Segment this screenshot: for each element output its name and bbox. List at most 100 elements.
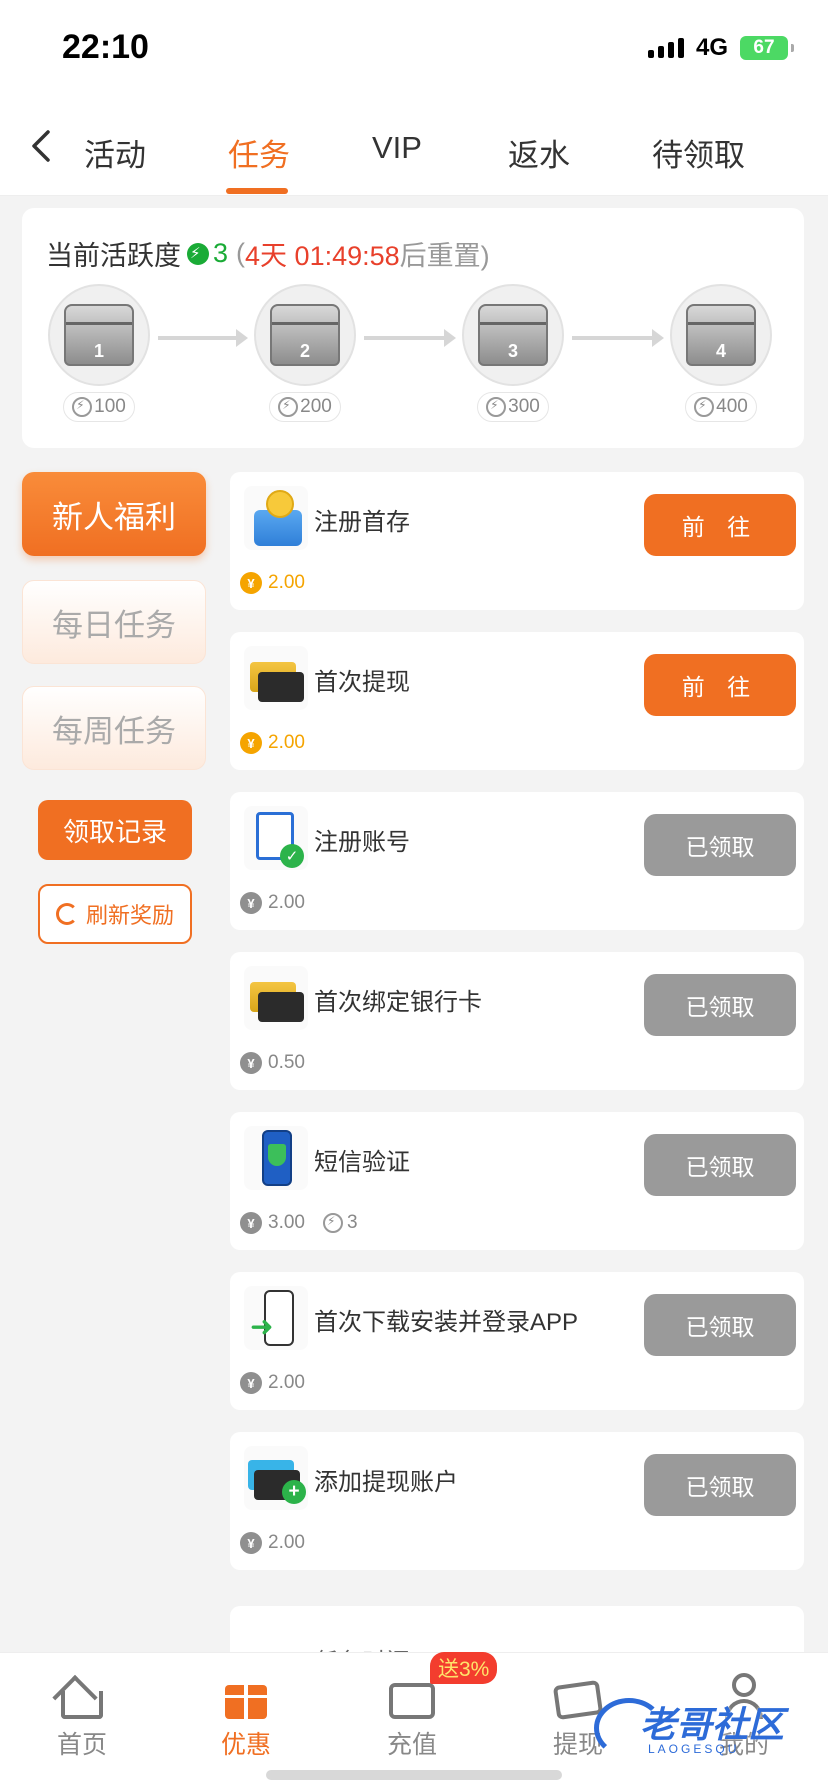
yuan-coin-icon: ¥	[240, 572, 262, 594]
energy-icon	[694, 397, 715, 417]
energy-icon	[187, 242, 209, 265]
chest-icon: 2	[270, 304, 340, 366]
chest-icon: 1	[64, 304, 134, 366]
go-button[interactable]: 前 往	[644, 654, 796, 716]
progress-arrow	[158, 329, 248, 347]
network-label: 4G	[695, 34, 728, 61]
nav-promotions[interactable]: 优惠	[186, 1673, 306, 1761]
reset-suffix: 后重置)	[399, 241, 490, 271]
tab-pending[interactable]: 待领取	[652, 130, 745, 175]
activity-header: 当前活跃度 3 ( 4天 01:49:58 后重置)	[46, 234, 490, 273]
gift-icon	[221, 1673, 271, 1719]
tab-rebate[interactable]: 返水	[508, 130, 570, 175]
energy-icon	[322, 1213, 343, 1233]
chest-points: 200	[269, 392, 341, 422]
sidebar-item-newbie[interactable]: 新人福利	[22, 472, 206, 556]
claimed-button[interactable]: 已领取	[644, 814, 796, 876]
nav-deposit[interactable]: 充值	[352, 1673, 472, 1761]
tab-tasks[interactable]: 任务	[228, 130, 290, 175]
treasure-chest-4[interactable]: 4	[670, 284, 772, 386]
energy-icon	[72, 397, 93, 417]
points-value: 200	[300, 396, 332, 417]
task-card: 首次提现 ¥2.00 前 往	[230, 632, 804, 770]
task-name: 首次绑定银行卡	[314, 989, 482, 1016]
yuan-coin-icon: ¥	[240, 892, 262, 914]
watermark-title: 老哥社区	[640, 1704, 785, 1745]
top-tab-bar: 活动 任务 VIP 返水 待领取	[0, 96, 828, 196]
task-reward: ¥2.00	[240, 572, 305, 594]
yuan-coin-icon: ¥	[240, 1372, 262, 1394]
progress-arrow	[572, 329, 664, 347]
task-reward: ¥2.00	[240, 892, 305, 914]
claimed-button[interactable]: 已领取	[644, 1134, 796, 1196]
claimed-button[interactable]: 已领取	[644, 974, 796, 1036]
card-add-icon: +	[244, 1446, 308, 1510]
bank-card-icon	[244, 966, 308, 1030]
tab-activity[interactable]: 活动	[84, 130, 146, 175]
task-name: 短信验证	[314, 1149, 410, 1176]
home-icon	[52, 1673, 107, 1721]
task-name: 首次提现	[314, 669, 410, 696]
progress-arrow	[364, 329, 456, 347]
nav-home[interactable]: 首页	[22, 1673, 142, 1761]
treasure-chest-1[interactable]: 1	[48, 284, 150, 386]
battery-icon: 67	[740, 36, 794, 60]
deposit-promo-badge: 送3%	[430, 1652, 498, 1684]
task-card: ✓ 注册账号 ¥2.00 已领取	[230, 792, 804, 930]
chest-number: 3	[507, 341, 518, 361]
sidebar-item-daily[interactable]: 每日任务	[22, 580, 206, 664]
task-points: 3	[322, 1212, 358, 1234]
yuan-coin-icon: ¥	[240, 1212, 262, 1234]
task-name: 注册首存	[314, 509, 410, 536]
activity-card: 当前活跃度 3 ( 4天 01:49:58 后重置) 1 2 3 4 100 2…	[22, 208, 804, 448]
bank-card-icon	[244, 646, 308, 710]
task-reward: ¥2.00	[240, 1372, 305, 1394]
chest-points: 300	[477, 392, 549, 422]
go-button[interactable]: 前 往	[644, 494, 796, 556]
treasure-chest-3[interactable]: 3	[462, 284, 564, 386]
clipboard-check-icon: ✓	[244, 806, 308, 870]
signal-icon	[647, 38, 684, 58]
claimed-button[interactable]: 已领取	[644, 1294, 796, 1356]
task-name: 添加提现账户	[314, 1469, 458, 1496]
chest-icon: 3	[478, 304, 548, 366]
watermark-logo: 老哥社区 LAOGESQU	[590, 1690, 810, 1770]
refresh-rewards-button[interactable]: 刷新奖励	[38, 884, 192, 944]
yuan-coin-icon: ¥	[240, 1532, 262, 1554]
task-reward: ¥0.50	[240, 1052, 305, 1074]
chest-points: 100	[63, 392, 135, 422]
status-bar: 22:10 4G 67	[0, 0, 828, 96]
task-card: 首次绑定银行卡 ¥0.50 已领取	[230, 952, 804, 1090]
nav-label: 优惠	[220, 1731, 271, 1759]
points-value: 400	[716, 396, 748, 417]
yuan-coin-icon: ¥	[240, 732, 262, 754]
chest-icon: 4	[686, 304, 756, 366]
back-arrow-icon[interactable]	[26, 126, 56, 166]
reward-value: 2.00	[268, 572, 305, 593]
task-reward: ¥3.00 3	[240, 1212, 358, 1234]
activity-value: 3	[213, 238, 229, 268]
claimed-button[interactable]: 已领取	[644, 1454, 796, 1516]
energy-icon	[486, 397, 507, 417]
points-value: 300	[508, 396, 540, 417]
tab-vip[interactable]: VIP	[372, 130, 422, 166]
home-indicator	[266, 1770, 562, 1780]
task-card: ➜ 首次下载安装并登录APP ¥2.00 已领取	[230, 1272, 804, 1410]
task-reward: ¥2.00	[240, 732, 305, 754]
task-reward: ¥2.00	[240, 1532, 305, 1554]
chest-points: 400	[685, 392, 757, 422]
yuan-coin-icon: ¥	[240, 1052, 262, 1074]
points-value: 3	[346, 1212, 358, 1233]
energy-icon	[278, 397, 299, 417]
reset-countdown: 4天 01:49:58	[245, 241, 400, 271]
wallet-icon	[244, 486, 308, 550]
reward-value: 2.00	[268, 1372, 305, 1393]
reward-value: 0.50	[268, 1052, 305, 1073]
refresh-icon	[55, 903, 78, 925]
watermark-subtitle: LAOGESQU	[648, 1742, 740, 1756]
nav-label: 首页	[56, 1731, 107, 1759]
treasure-chest-2[interactable]: 2	[254, 284, 356, 386]
claim-record-button[interactable]: 领取记录	[38, 800, 192, 860]
sidebar-item-weekly[interactable]: 每周任务	[22, 686, 206, 770]
reward-value: 2.00	[268, 732, 305, 753]
